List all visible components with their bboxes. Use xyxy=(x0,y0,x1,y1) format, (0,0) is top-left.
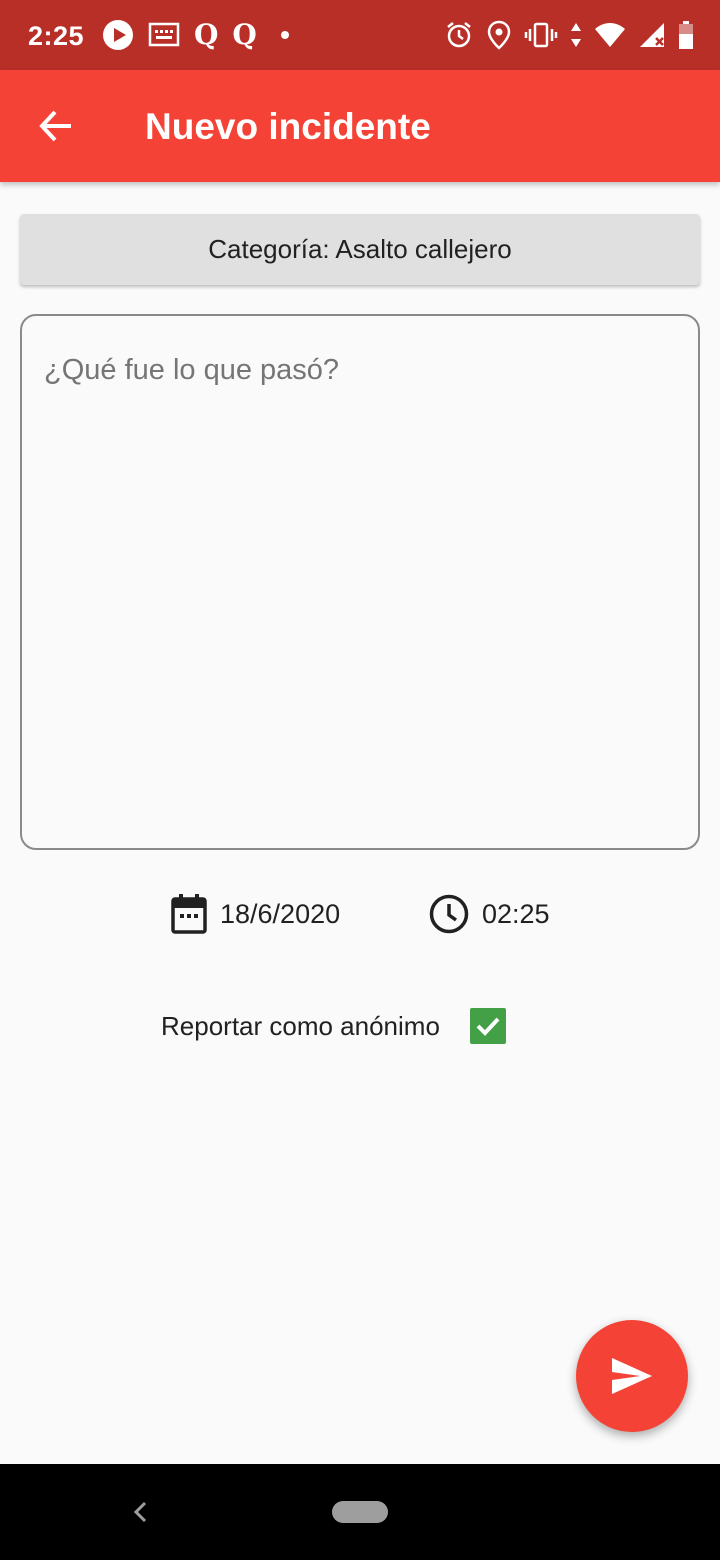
anonymous-checkbox[interactable] xyxy=(469,1008,506,1044)
date-picker[interactable]: 18/6/2020 xyxy=(170,892,340,936)
play-icon xyxy=(103,20,133,50)
clock-icon xyxy=(429,894,469,934)
description-input[interactable] xyxy=(22,316,698,848)
date-value: 18/6/2020 xyxy=(220,898,341,929)
app-bar: Nuevo incidente xyxy=(0,70,720,182)
time-picker[interactable]: 02:25 xyxy=(428,892,550,936)
calendar-icon xyxy=(171,894,207,934)
category-button[interactable]: Categoría: Asalto callejero xyxy=(20,214,700,285)
screen: 2:25 Q Q Nuevo incidente Categoría: Asal… xyxy=(0,0,720,1560)
arrow-back-icon xyxy=(39,110,71,142)
q-app-icon: Q xyxy=(232,18,257,51)
time-value: 02:25 xyxy=(482,898,550,929)
q-app-icon: Q xyxy=(194,18,219,51)
anonymous-label: Reportar como anónimo xyxy=(161,1010,440,1041)
system-icons xyxy=(444,18,694,52)
navigation-bar xyxy=(0,1464,720,1560)
keyboard-notification-icon xyxy=(148,22,180,47)
nav-back-button[interactable] xyxy=(124,1492,156,1532)
nav-home-pill-icon[interactable] xyxy=(332,1501,388,1523)
send-button[interactable] xyxy=(576,1320,688,1432)
page-title: Nuevo incidente xyxy=(145,106,431,147)
status-bar: 2:25 Q Q xyxy=(0,0,720,70)
more-notifications-dot-icon xyxy=(280,31,289,39)
status-time: 2:25 xyxy=(28,21,85,51)
battery-icon xyxy=(679,21,693,49)
vibrate-icon xyxy=(524,22,558,48)
anonymous-option: Reportar como anónimo xyxy=(161,1006,506,1046)
alarm-icon xyxy=(447,22,471,48)
cellular-signal-icon xyxy=(640,23,664,47)
notification-icons: Q Q xyxy=(102,18,289,52)
data-arrows-icon xyxy=(571,23,581,47)
send-icon xyxy=(612,1358,652,1394)
description-field xyxy=(20,314,700,850)
wifi-icon xyxy=(595,23,625,47)
location-icon xyxy=(487,20,511,50)
back-button[interactable] xyxy=(24,94,88,158)
check-icon xyxy=(476,1017,500,1036)
nav-back-icon xyxy=(133,1501,147,1523)
